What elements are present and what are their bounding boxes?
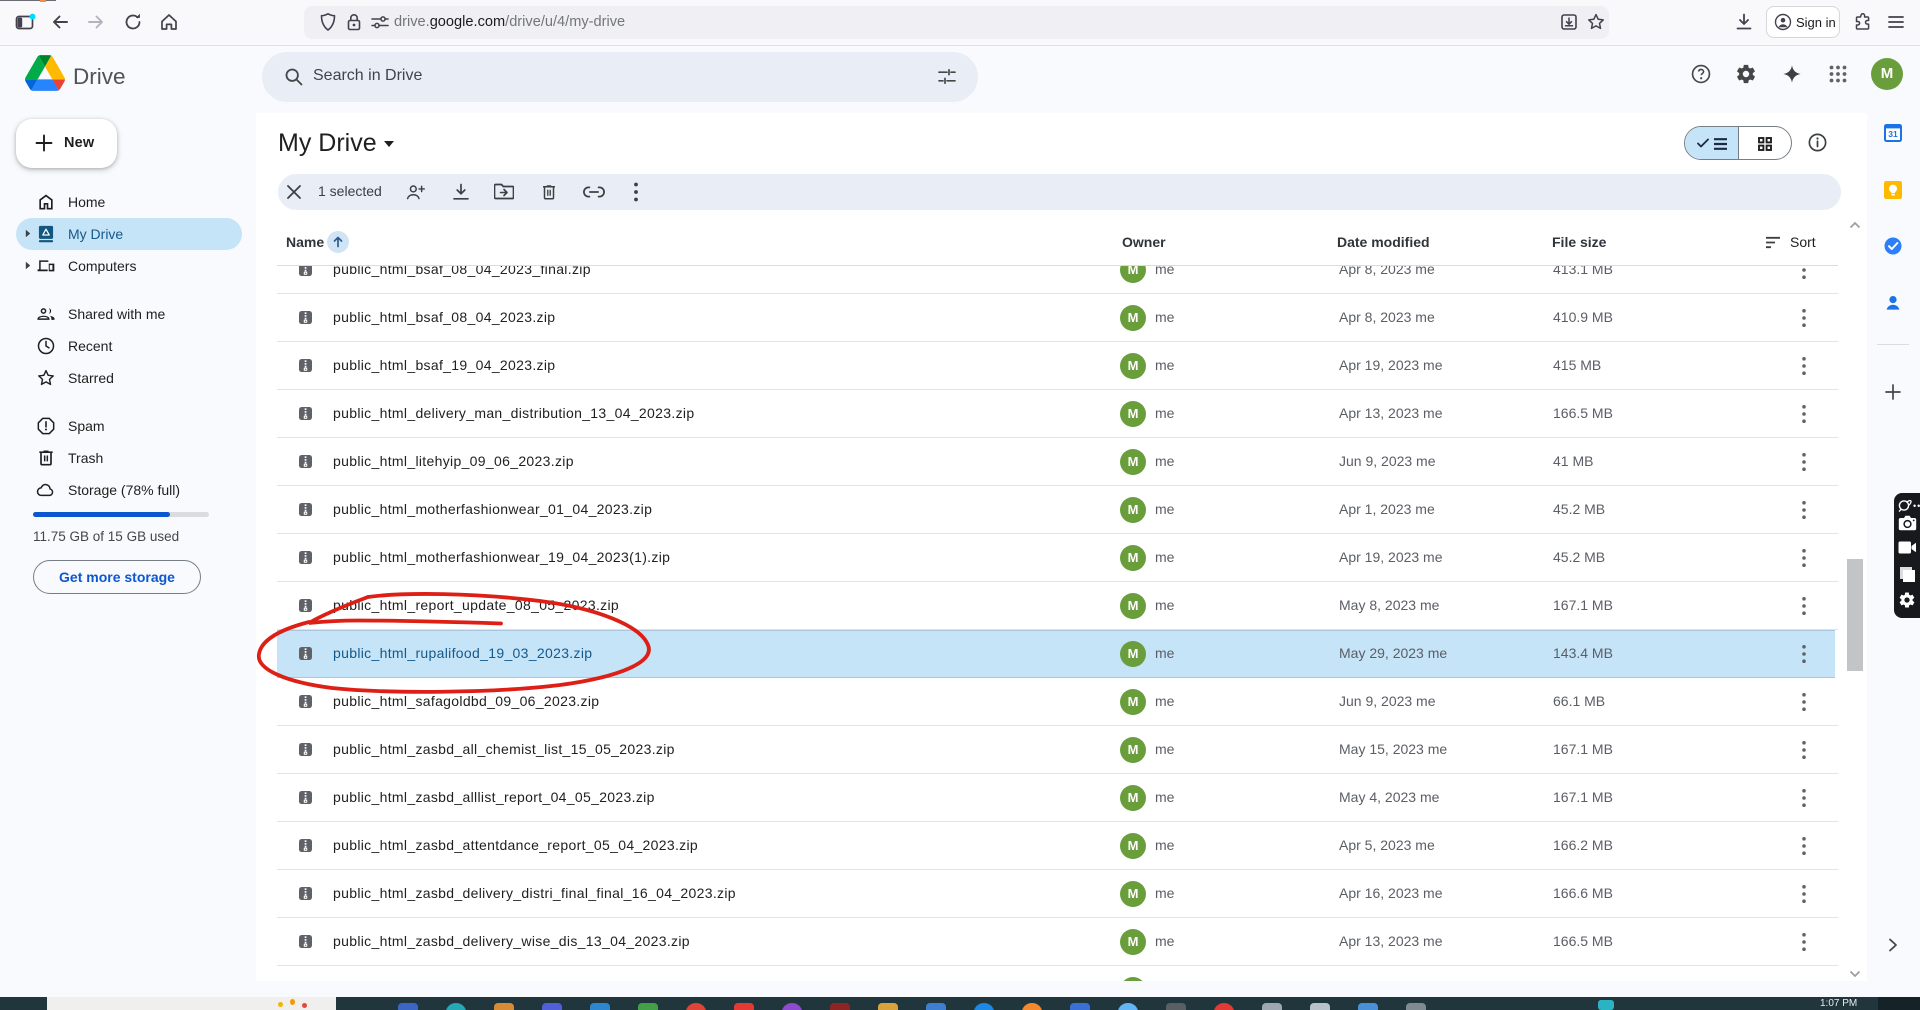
svg-text:31: 31 bbox=[1888, 129, 1898, 139]
